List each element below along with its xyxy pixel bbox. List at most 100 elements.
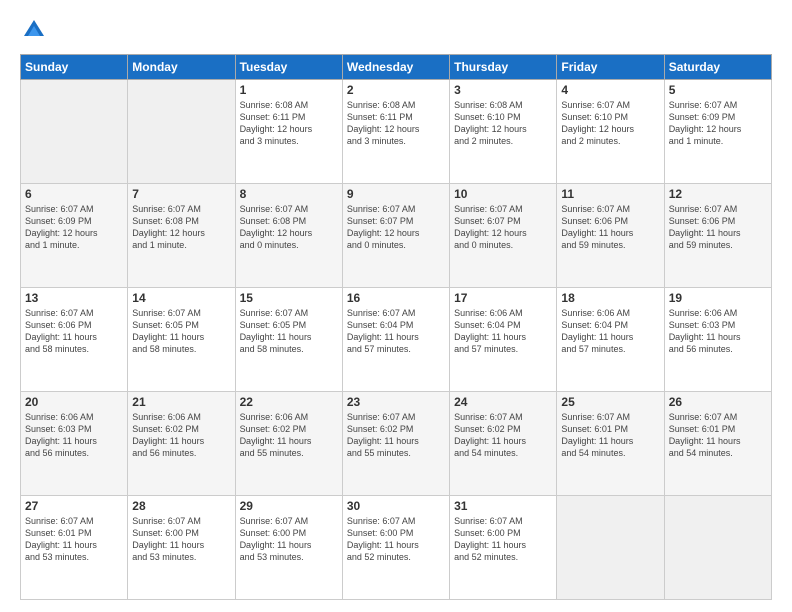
- day-number: 19: [669, 291, 767, 305]
- calendar-cell: 18 Sunrise: 6:06 AM Sunset: 6:04 PM Dayli…: [557, 288, 664, 392]
- cell-info: Sunrise: 6:08 AM Sunset: 6:11 PM Dayligh…: [240, 99, 338, 148]
- cell-info: Sunrise: 6:07 AM Sunset: 6:05 PM Dayligh…: [240, 307, 338, 356]
- calendar-cell: 20 Sunrise: 6:06 AM Sunset: 6:03 PM Dayli…: [21, 392, 128, 496]
- calendar-cell: 28Sunrise: 6:07 AM Sunset: 6:00 PM Dayli…: [128, 496, 235, 600]
- day-number: 9: [347, 187, 445, 201]
- day-header: Tuesday: [235, 55, 342, 80]
- calendar-week-row: 27 Sunrise: 6:07 AM Sunset: 6:01 PM Dayli…: [21, 496, 772, 600]
- calendar-cell: 10 Sunrise: 6:07 AM Sunset: 6:07 PM Dayli…: [450, 184, 557, 288]
- day-number: 13: [25, 291, 123, 305]
- cell-info: Sunrise: 6:07 AM Sunset: 6:07 PM Dayligh…: [347, 203, 445, 252]
- calendar-cell: 24Sunrise: 6:07 AM Sunset: 6:02 PM Dayli…: [450, 392, 557, 496]
- cell-info: Sunrise: 6:07 AM Sunset: 6:09 PM Dayligh…: [669, 99, 767, 148]
- calendar-cell: 14Sunrise: 6:07 AM Sunset: 6:05 PM Dayli…: [128, 288, 235, 392]
- calendar-cell: 19 Sunrise: 6:06 AM Sunset: 6:03 PM Dayli…: [664, 288, 771, 392]
- cell-info: Sunrise: 6:08 AM Sunset: 6:10 PM Dayligh…: [454, 99, 552, 148]
- day-number: 21: [132, 395, 230, 409]
- day-number: 3: [454, 83, 552, 97]
- calendar-cell: 25Sunrise: 6:07 AM Sunset: 6:01 PM Dayli…: [557, 392, 664, 496]
- calendar-cell: 21 Sunrise: 6:06 AM Sunset: 6:02 PM Dayli…: [128, 392, 235, 496]
- day-number: 27: [25, 499, 123, 513]
- calendar-week-row: 20 Sunrise: 6:06 AM Sunset: 6:03 PM Dayli…: [21, 392, 772, 496]
- day-number: 16: [347, 291, 445, 305]
- cell-info: Sunrise: 6:07 AM Sunset: 6:06 PM Dayligh…: [561, 203, 659, 252]
- calendar-cell: 22 Sunrise: 6:06 AM Sunset: 6:02 PM Dayli…: [235, 392, 342, 496]
- calendar-cell: 15 Sunrise: 6:07 AM Sunset: 6:05 PM Dayli…: [235, 288, 342, 392]
- cell-info: Sunrise: 6:07 AM Sunset: 6:02 PM Dayligh…: [347, 411, 445, 460]
- day-number: 18: [561, 291, 659, 305]
- cell-info: Sunrise: 6:07 AM Sunset: 6:06 PM Dayligh…: [669, 203, 767, 252]
- day-number: 30: [347, 499, 445, 513]
- cell-info: Sunrise: 6:07 AM Sunset: 6:00 PM Dayligh…: [454, 515, 552, 564]
- day-number: 25: [561, 395, 659, 409]
- cell-info: Sunrise: 6:08 AM Sunset: 6:11 PM Dayligh…: [347, 99, 445, 148]
- day-number: 15: [240, 291, 338, 305]
- calendar-cell: [128, 80, 235, 184]
- day-number: 5: [669, 83, 767, 97]
- logo-icon: [20, 16, 48, 44]
- cell-info: Sunrise: 6:06 AM Sunset: 6:02 PM Dayligh…: [240, 411, 338, 460]
- day-number: 23: [347, 395, 445, 409]
- calendar-cell: 5 Sunrise: 6:07 AM Sunset: 6:09 PM Daylig…: [664, 80, 771, 184]
- cell-info: Sunrise: 6:06 AM Sunset: 6:04 PM Dayligh…: [454, 307, 552, 356]
- day-number: 31: [454, 499, 552, 513]
- cell-info: Sunrise: 6:07 AM Sunset: 6:01 PM Dayligh…: [25, 515, 123, 564]
- calendar: SundayMondayTuesdayWednesdayThursdayFrid…: [20, 54, 772, 600]
- calendar-cell: [557, 496, 664, 600]
- day-number: 2: [347, 83, 445, 97]
- cell-info: Sunrise: 6:07 AM Sunset: 6:10 PM Dayligh…: [561, 99, 659, 148]
- day-number: 14: [132, 291, 230, 305]
- cell-info: Sunrise: 6:07 AM Sunset: 6:00 PM Dayligh…: [240, 515, 338, 564]
- cell-info: Sunrise: 6:07 AM Sunset: 6:08 PM Dayligh…: [240, 203, 338, 252]
- calendar-cell: 8 Sunrise: 6:07 AM Sunset: 6:08 PM Daylig…: [235, 184, 342, 288]
- day-number: 4: [561, 83, 659, 97]
- cell-info: Sunrise: 6:07 AM Sunset: 6:09 PM Dayligh…: [25, 203, 123, 252]
- calendar-cell: 13 Sunrise: 6:07 AM Sunset: 6:06 PM Dayli…: [21, 288, 128, 392]
- day-number: 12: [669, 187, 767, 201]
- day-number: 6: [25, 187, 123, 201]
- calendar-cell: 23 Sunrise: 6:07 AM Sunset: 6:02 PM Dayli…: [342, 392, 449, 496]
- calendar-cell: 2 Sunrise: 6:08 AM Sunset: 6:11 PM Daylig…: [342, 80, 449, 184]
- logo: [20, 16, 52, 44]
- calendar-cell: 27 Sunrise: 6:07 AM Sunset: 6:01 PM Dayli…: [21, 496, 128, 600]
- calendar-cell: 7Sunrise: 6:07 AM Sunset: 6:08 PM Daylig…: [128, 184, 235, 288]
- day-number: 1: [240, 83, 338, 97]
- cell-info: Sunrise: 6:07 AM Sunset: 6:01 PM Dayligh…: [669, 411, 767, 460]
- calendar-cell: 1 Sunrise: 6:08 AM Sunset: 6:11 PM Daylig…: [235, 80, 342, 184]
- day-number: 26: [669, 395, 767, 409]
- calendar-cell: 26 Sunrise: 6:07 AM Sunset: 6:01 PM Dayli…: [664, 392, 771, 496]
- day-number: 22: [240, 395, 338, 409]
- cell-info: Sunrise: 6:07 AM Sunset: 6:07 PM Dayligh…: [454, 203, 552, 252]
- cell-info: Sunrise: 6:07 AM Sunset: 6:04 PM Dayligh…: [347, 307, 445, 356]
- day-number: 29: [240, 499, 338, 513]
- calendar-header-row: SundayMondayTuesdayWednesdayThursdayFrid…: [21, 55, 772, 80]
- cell-info: Sunrise: 6:07 AM Sunset: 6:06 PM Dayligh…: [25, 307, 123, 356]
- day-number: 10: [454, 187, 552, 201]
- day-number: 11: [561, 187, 659, 201]
- calendar-week-row: 13 Sunrise: 6:07 AM Sunset: 6:06 PM Dayli…: [21, 288, 772, 392]
- cell-info: Sunrise: 6:07 AM Sunset: 6:00 PM Dayligh…: [132, 515, 230, 564]
- calendar-week-row: 6 Sunrise: 6:07 AM Sunset: 6:09 PM Daylig…: [21, 184, 772, 288]
- day-header: Sunday: [21, 55, 128, 80]
- calendar-cell: 12 Sunrise: 6:07 AM Sunset: 6:06 PM Dayli…: [664, 184, 771, 288]
- page: SundayMondayTuesdayWednesdayThursdayFrid…: [0, 0, 792, 612]
- day-number: 20: [25, 395, 123, 409]
- cell-info: Sunrise: 6:07 AM Sunset: 6:00 PM Dayligh…: [347, 515, 445, 564]
- day-header: Monday: [128, 55, 235, 80]
- calendar-cell: 16 Sunrise: 6:07 AM Sunset: 6:04 PM Dayli…: [342, 288, 449, 392]
- cell-info: Sunrise: 6:06 AM Sunset: 6:04 PM Dayligh…: [561, 307, 659, 356]
- cell-info: Sunrise: 6:06 AM Sunset: 6:03 PM Dayligh…: [25, 411, 123, 460]
- calendar-cell: [664, 496, 771, 600]
- day-number: 8: [240, 187, 338, 201]
- calendar-cell: 30 Sunrise: 6:07 AM Sunset: 6:00 PM Dayli…: [342, 496, 449, 600]
- day-header: Saturday: [664, 55, 771, 80]
- calendar-cell: [21, 80, 128, 184]
- header: [20, 16, 772, 44]
- day-header: Friday: [557, 55, 664, 80]
- day-header: Thursday: [450, 55, 557, 80]
- cell-info: Sunrise: 6:06 AM Sunset: 6:02 PM Dayligh…: [132, 411, 230, 460]
- cell-info: Sunrise: 6:06 AM Sunset: 6:03 PM Dayligh…: [669, 307, 767, 356]
- calendar-cell: 31 Sunrise: 6:07 AM Sunset: 6:00 PM Dayli…: [450, 496, 557, 600]
- day-header: Wednesday: [342, 55, 449, 80]
- calendar-cell: 3 Sunrise: 6:08 AM Sunset: 6:10 PM Daylig…: [450, 80, 557, 184]
